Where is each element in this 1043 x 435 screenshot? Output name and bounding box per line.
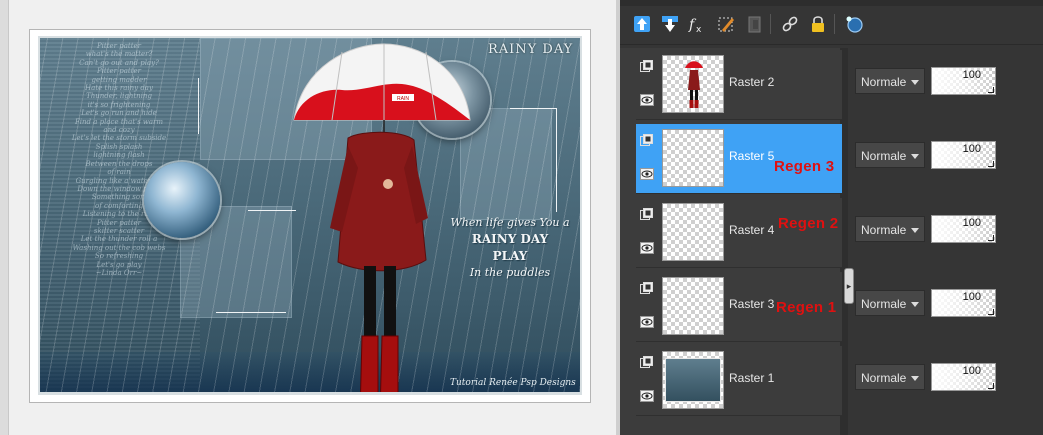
artwork-arrow-down-1 [198,78,199,134]
visibility-toggle-icon [846,16,863,33]
opacity-grip-icon [988,383,994,389]
artwork-arrow-down-2 [556,108,557,212]
layer-group-icon[interactable] [640,356,654,369]
blend-mode-dropdown[interactable]: Normale [855,68,925,94]
blend-mode-value: Normale [861,75,907,89]
blend-mode-dropdown[interactable]: Normale [855,290,925,316]
move-layer-down-button[interactable] [658,12,682,36]
move-layer-down-icon [662,16,678,32]
opacity-value: 100 [962,291,981,303]
opacity-slider-field[interactable]: 100 [931,141,996,169]
opacity-value: 100 [962,217,981,229]
visibility-toggle-button[interactable] [842,12,866,36]
move-layer-up-icon [634,16,650,32]
artwork-crystal-sphere-left [144,162,220,238]
layer-row-raster-2[interactable]: Raster 2 [636,50,842,120]
artwork-poem-text: Pitter patter what's the matter? Can't g… [71,42,167,277]
layer-name[interactable]: Raster 2 [729,75,774,89]
blend-mode-value: Normale [861,223,907,237]
layer-annotation-note: Regen 1 [776,299,837,316]
eye-visibility-icon[interactable] [640,94,654,106]
layer-row-raster-3[interactable]: Raster 3 Regen 1 [636,272,842,342]
toolbar-separator-1 [770,14,771,34]
chevron-down-icon [911,376,919,381]
umbrella-label-text: RAIN [397,96,409,102]
layer-name[interactable]: Raster 3 [729,297,774,311]
artwork-arrow-left-2 [510,108,556,109]
eye-visibility-icon[interactable] [640,242,654,254]
thumbnail-background-art [665,358,721,402]
eye-visibility-icon[interactable] [640,390,654,402]
edit-selection-button[interactable] [714,12,738,36]
layer-group-icon[interactable] [640,134,654,147]
opacity-slider-field[interactable]: 100 [931,67,996,95]
layer-thumbnail [662,203,724,261]
layers-toolbar: f x [620,6,1043,45]
layer-thumbnail [662,55,724,113]
layer-thumbnail [662,351,724,409]
layer-row-raster-1[interactable]: Raster 1 [636,346,842,416]
move-layer-up-button[interactable] [630,12,654,36]
layer-name[interactable]: Raster 4 [729,223,774,237]
blend-mode-value: Normale [861,149,907,163]
layer-annotation-note: Regen 2 [778,215,839,232]
layer-name[interactable]: Raster 1 [729,371,774,385]
layer-thumbnail [662,129,724,187]
layer-thumbnail [662,277,724,335]
opacity-value: 100 [962,69,981,81]
canvas-ruler-edge [0,0,9,435]
delete-layer-icon [748,16,761,33]
layer-row-raster-4[interactable]: Raster 4 Regen 2 [636,198,842,268]
layer-name[interactable]: Raster 5 [729,149,774,163]
svg-text:x: x [696,25,702,34]
blend-mode-dropdown[interactable]: Normale [855,364,925,390]
artwork-arrow-right-1 [216,312,286,313]
opacity-grip-icon [988,87,994,93]
chevron-down-icon [911,154,919,159]
delete-layer-button[interactable] [742,12,766,36]
opacity-slider-field[interactable]: 100 [931,215,996,243]
layer-group-icon[interactable] [640,282,654,295]
opacity-value: 100 [962,365,981,377]
layer-row-raster-5[interactable]: Raster 5 Regen 3 [636,124,842,194]
layer-group-icon[interactable] [640,208,654,221]
lock-icon [812,16,824,32]
thumbnail-woman-figure [685,61,703,108]
artwork-arrow-left-1 [248,210,296,211]
artwork-title: RAINY DAY [488,42,574,57]
image-canvas-area[interactable]: Pitter patter what's the matter? Can't g… [0,0,616,435]
opacity-grip-icon [988,235,994,241]
chevron-down-icon [911,80,919,85]
layer-group-icon[interactable] [640,60,654,73]
chevron-down-icon [911,228,919,233]
blend-mode-value: Normale [861,371,907,385]
blend-mode-value: Normale [861,297,907,311]
opacity-slider-field[interactable]: 100 [931,289,996,317]
fx-effects-icon: f x [688,17,702,34]
eye-visibility-icon[interactable] [640,168,654,180]
link-icon [782,16,798,32]
layers-panel: f x Raster 2 Raster 5 Regen 3 Raster 4 R… [620,0,1043,435]
blend-mode-dropdown[interactable]: Normale [855,216,925,242]
opacity-value: 100 [962,143,981,155]
chevron-down-icon [911,302,919,307]
rainy-day-artwork: Pitter patter what's the matter? Can't g… [40,38,580,392]
opacity-grip-icon [988,309,994,315]
opacity-slider-field[interactable]: 100 [931,363,996,391]
chevron-right-icon: ▸ [846,280,852,291]
edit-selection-icon [718,17,734,32]
link-layer-button[interactable] [778,12,802,36]
eye-visibility-icon[interactable] [640,316,654,328]
blend-mode-dropdown[interactable]: Normale [855,142,925,168]
toolbar-separator-2 [834,14,835,34]
woman-with-umbrella-figure: RAIN [293,43,471,392]
collapse-panel-button[interactable]: ▸ [844,268,854,304]
opacity-grip-icon [988,161,994,167]
layer-annotation-note: Regen 3 [774,158,835,175]
fx-effects-button[interactable]: f x [686,12,710,36]
lock-layer-button[interactable] [806,12,830,36]
